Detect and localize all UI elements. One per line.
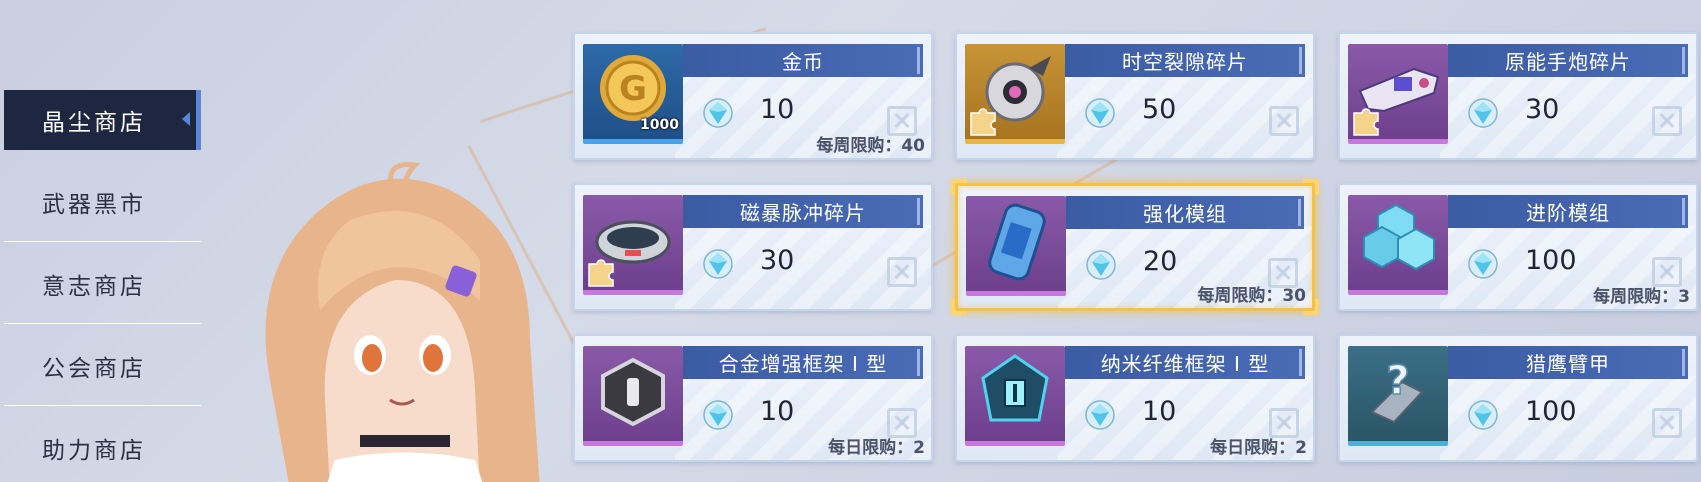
shop-item-card[interactable]: 纳米纤维框架 I 型 10 每日限购：2: [955, 334, 1315, 462]
alloy-frame-icon: [593, 352, 673, 436]
shop-item-card[interactable]: 合金增强框架 I 型 10 每日限购：2: [573, 334, 933, 462]
item-title-bar: 磁暴脉冲碎片: [683, 195, 923, 228]
item-name: 猎鹰臂甲: [1526, 352, 1610, 376]
item-name: 强化模组: [1143, 202, 1227, 226]
item-icon-frame: [965, 346, 1065, 446]
sidebar-item-weapon-black-market[interactable]: 武器黑市: [0, 172, 205, 242]
nano-frame-icon: [973, 350, 1057, 438]
selection-corner: [951, 179, 967, 195]
shop-item-card[interactable]: 进阶模组 100 每周限购：3: [1338, 183, 1698, 311]
active-indicator-icon: [182, 112, 190, 126]
advanced-module-icon: [1356, 201, 1440, 285]
sidebar-item-crystal-shop[interactable]: 晶尘商店: [4, 90, 201, 150]
item-name: 合金增强框架 I 型: [718, 352, 888, 376]
crystal-gem-icon: [1085, 98, 1115, 132]
item-price: 10: [760, 396, 795, 427]
shop-item-card[interactable]: 时空裂隙碎片 50: [955, 32, 1315, 160]
item-price: 30: [1525, 94, 1560, 125]
unavailable-x-icon: [1269, 106, 1299, 136]
purchase-limit: 每周限购：30: [1197, 286, 1306, 306]
crystal-gem-icon: [703, 249, 733, 283]
shop-sidebar: 晶尘商店 武器黑市 意志商店 公会商店 助力商店: [0, 90, 205, 482]
item-title-bar: 强化模组: [1066, 196, 1304, 229]
crystal-gem-icon: [1468, 400, 1498, 434]
item-icon-frame: G 1000: [583, 44, 683, 144]
character-portrait: [265, 161, 540, 482]
unavailable-x-icon: [1652, 106, 1682, 136]
item-price: 10: [760, 94, 795, 125]
sidebar-item-label: 助力商店: [42, 438, 146, 464]
shop-item-card[interactable]: G 1000 金币 10 每周限购：40: [573, 32, 933, 160]
item-price: 30: [760, 245, 795, 276]
selection-corner: [951, 299, 967, 315]
item-price: 100: [1525, 396, 1577, 427]
item-icon-frame: [583, 195, 683, 295]
svg-text:?: ?: [1386, 358, 1409, 404]
sidebar-item-label: 意志商店: [42, 274, 146, 300]
crystal-gem-icon: [1468, 249, 1498, 283]
item-price: 100: [1525, 245, 1577, 276]
shop-item-card[interactable]: 磁暴脉冲碎片 30: [573, 183, 933, 311]
item-name: 金币: [782, 50, 824, 74]
item-icon-frame: [1348, 44, 1448, 144]
item-icon-frame: [966, 196, 1066, 296]
item-name: 原能手炮碎片: [1505, 50, 1631, 74]
shop-item-card[interactable]: 原能手炮碎片 30: [1338, 32, 1698, 160]
item-name: 纳米纤维框架 I 型: [1100, 352, 1270, 376]
sidebar-item-label: 公会商店: [42, 356, 146, 382]
sidebar-item-guild-shop[interactable]: 公会商店: [0, 336, 205, 406]
item-title-bar: 进阶模组: [1448, 195, 1688, 228]
shop-item-card[interactable]: 强化模组 20 每周限购：30: [955, 183, 1315, 311]
shop-item-card[interactable]: ? 猎鹰臂甲 100: [1338, 334, 1698, 462]
item-name: 时空裂隙碎片: [1122, 50, 1248, 74]
crystal-gem-icon: [703, 400, 733, 434]
purchase-limit: 每周限购：40: [816, 136, 925, 156]
crystal-gem-icon: [1086, 250, 1116, 284]
falcon-armguard-icon: ?: [1358, 352, 1438, 436]
item-icon-frame: [1348, 195, 1448, 295]
selection-corner: [1303, 179, 1319, 195]
item-price: 50: [1142, 94, 1177, 125]
item-name: 磁暴脉冲碎片: [740, 201, 866, 225]
purchase-limit: 每日限购：2: [1210, 438, 1307, 458]
unavailable-x-icon: [887, 257, 917, 287]
item-title-bar: 原能手炮碎片: [1448, 44, 1688, 77]
item-title-bar: 纳米纤维框架 I 型: [1065, 346, 1305, 379]
item-title-bar: 猎鹰臂甲: [1448, 346, 1688, 379]
item-name: 进阶模组: [1526, 201, 1610, 225]
item-icon-frame: [965, 44, 1065, 144]
item-price: 10: [1142, 396, 1177, 427]
svg-text:G: G: [619, 69, 647, 109]
unavailable-x-icon: [1652, 408, 1682, 438]
enhance-module-icon: [981, 199, 1051, 289]
crystal-gem-icon: [1468, 98, 1498, 132]
selection-corner: [1303, 299, 1319, 315]
item-icon-quantity: 1000: [640, 117, 679, 133]
item-price: 20: [1143, 246, 1178, 277]
item-icon-frame: [583, 346, 683, 446]
sidebar-item-support-shop[interactable]: 助力商店: [0, 418, 205, 478]
item-title-bar: 合金增强框架 I 型: [683, 346, 923, 379]
crystal-gem-icon: [703, 98, 733, 132]
purchase-limit: 每日限购：2: [828, 438, 925, 458]
sidebar-item-label: 晶尘商店: [42, 110, 146, 136]
item-title-bar: 时空裂隙碎片: [1065, 44, 1305, 77]
purchase-limit: 每周限购：3: [1593, 287, 1690, 307]
sidebar-item-label: 武器黑市: [42, 192, 146, 218]
crystal-gem-icon: [1085, 400, 1115, 434]
item-title-bar: 金币: [683, 44, 923, 77]
item-icon-frame: ?: [1348, 346, 1448, 446]
sidebar-item-will-shop[interactable]: 意志商店: [0, 254, 205, 324]
